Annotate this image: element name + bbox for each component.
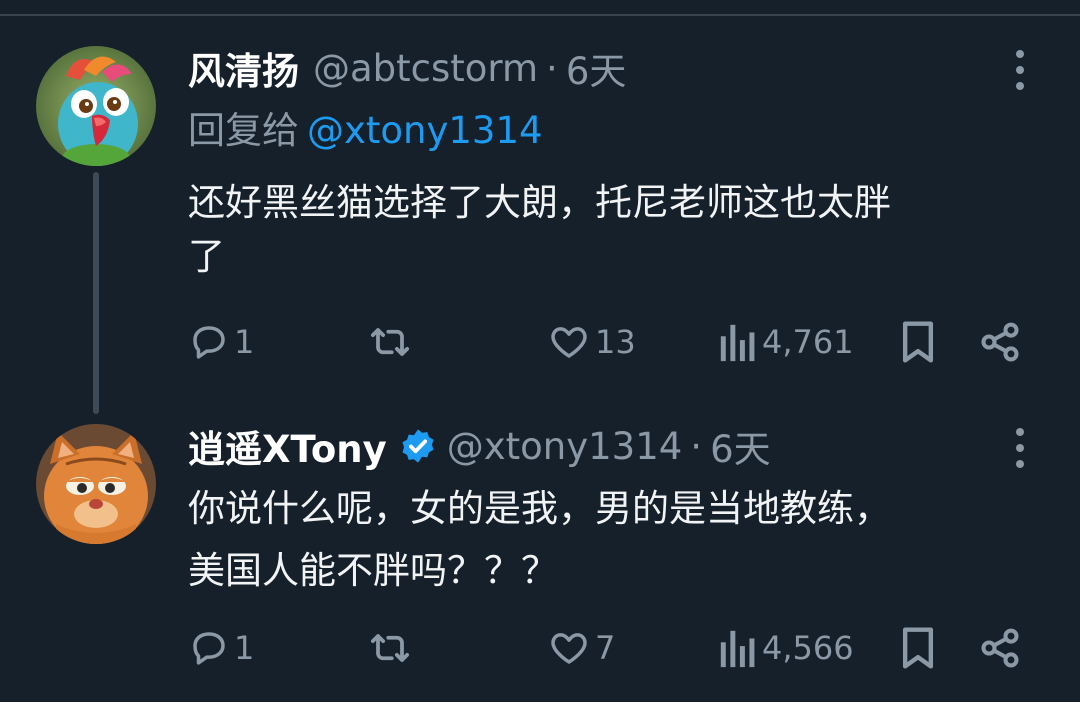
reply-count: 1	[234, 629, 255, 667]
timestamp[interactable]: 6天	[566, 41, 627, 95]
reply-button[interactable]: 1	[188, 318, 254, 366]
tweet-header: 风清扬 @abtcstorm · 6天	[188, 40, 626, 96]
mention-link[interactable]: @xtony1314	[307, 109, 543, 152]
view-count: 4,761	[762, 323, 854, 361]
retweet-button[interactable]	[366, 318, 418, 366]
share-icon	[981, 628, 1019, 668]
action-bar: 1 7 4,566	[0, 624, 1080, 672]
views-button[interactable]: 4,566	[718, 624, 854, 672]
tweet-text-line: 你说什么呢，女的是我，男的是当地教练，	[188, 487, 891, 530]
bookmark-icon	[902, 321, 934, 363]
share-icon	[981, 322, 1019, 362]
view-count: 4,566	[762, 629, 854, 667]
bookmark-button[interactable]	[898, 318, 938, 366]
views-button[interactable]: 4,761	[718, 318, 854, 366]
bookmark-icon	[902, 627, 934, 669]
reply-tweet-2[interactable]: 逍遥XTony @xtony1314 · 6天 你说什么呢，女的是我，男的是当地…	[0, 400, 1080, 702]
retweet-arrows-icon	[370, 634, 410, 662]
reply-count: 1	[234, 323, 255, 361]
tweet-text: 还好黑丝猫选择了大朗，托尼老师这也太胖 了	[188, 176, 1048, 284]
user-handle[interactable]: @abtcstorm	[313, 47, 538, 90]
bar-chart-icon	[720, 324, 755, 362]
reply-tweet-1[interactable]: 风清扬 @abtcstorm · 6天 回复给 @xtony1314 还好黑丝猫选…	[0, 0, 1080, 400]
speech-bubble-icon	[193, 326, 225, 359]
retweet-arrows-icon	[370, 328, 410, 356]
avatar-cat[interactable]	[36, 424, 156, 544]
heart-icon	[551, 327, 587, 358]
tweet-text-line: 还好黑丝猫选择了大朗，托尼老师这也太胖	[188, 181, 891, 224]
display-name[interactable]: 逍遥XTony	[188, 419, 387, 473]
reply-prefix: 回复给	[188, 109, 299, 152]
more-options-icon[interactable]	[1008, 50, 1032, 90]
avatar-parrot[interactable]	[36, 46, 156, 166]
parrot-avatar-icon	[36, 46, 156, 166]
separator-dot: ·	[546, 46, 558, 90]
tweet-text: 你说什么呢，女的是我，男的是当地教练， 美国人能不胖吗？？？	[188, 482, 1048, 598]
separator-dot: ·	[690, 424, 703, 468]
verified-badge-icon	[399, 427, 437, 465]
like-count: 7	[595, 629, 616, 667]
action-bar: 1 13 4,761	[0, 318, 1080, 366]
speech-bubble-icon	[193, 632, 225, 665]
tweet-text-line: 美国人能不胖吗？？？	[188, 549, 558, 592]
like-button[interactable]: 7	[547, 624, 615, 672]
like-button[interactable]: 13	[547, 318, 636, 366]
tweet-header: 逍遥XTony @xtony1314 · 6天	[188, 418, 771, 474]
bookmark-button[interactable]	[898, 624, 938, 672]
share-button[interactable]	[978, 318, 1022, 366]
like-count: 13	[595, 323, 636, 361]
user-handle[interactable]: @xtony1314	[447, 425, 683, 468]
bar-chart-icon	[720, 630, 755, 668]
retweet-button[interactable]	[366, 624, 418, 672]
more-options-icon[interactable]	[1008, 428, 1032, 468]
tweet-text-line: 了	[188, 235, 225, 278]
thread-view: 风清扬 @abtcstorm · 6天 回复给 @xtony1314 还好黑丝猫选…	[0, 0, 1080, 702]
share-button[interactable]	[978, 624, 1022, 672]
heart-icon	[551, 633, 587, 664]
reply-button[interactable]: 1	[188, 624, 254, 672]
cat-avatar-icon	[36, 424, 156, 544]
display-name[interactable]: 风清扬	[188, 41, 299, 95]
timestamp[interactable]: 6天	[710, 419, 771, 473]
replying-to: 回复给 @xtony1314	[188, 104, 543, 158]
